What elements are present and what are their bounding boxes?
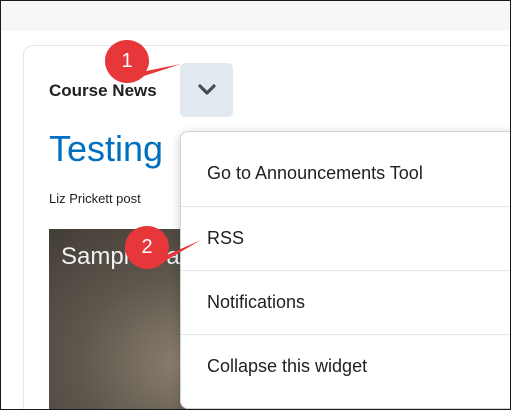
menu-item-notifications[interactable]: Notifications — [181, 270, 510, 333]
callout-number: 2 — [141, 235, 153, 258]
news-headline-link[interactable]: Testing — [49, 131, 163, 167]
chevron-down-icon — [197, 84, 216, 95]
callout-marker-2: 2 — [123, 224, 201, 274]
callout-marker-1: 1 — [103, 38, 181, 88]
screenshot-frame: Course News Testing Liz Prickett post Sa… — [0, 0, 511, 410]
menu-item-rss[interactable]: RSS — [181, 206, 510, 269]
menu-item-collapse-widget[interactable]: Collapse this widget — [181, 334, 510, 397]
widget-menu-button[interactable] — [180, 63, 233, 117]
callout-number: 1 — [121, 49, 133, 72]
widget-context-menu: Go to Announcements Tool RSS Notificatio… — [180, 131, 510, 409]
menu-item-go-to-announcements[interactable]: Go to Announcements Tool — [181, 142, 510, 205]
page-top-strip — [1, 1, 510, 31]
news-byline: Liz Prickett post — [49, 191, 141, 206]
